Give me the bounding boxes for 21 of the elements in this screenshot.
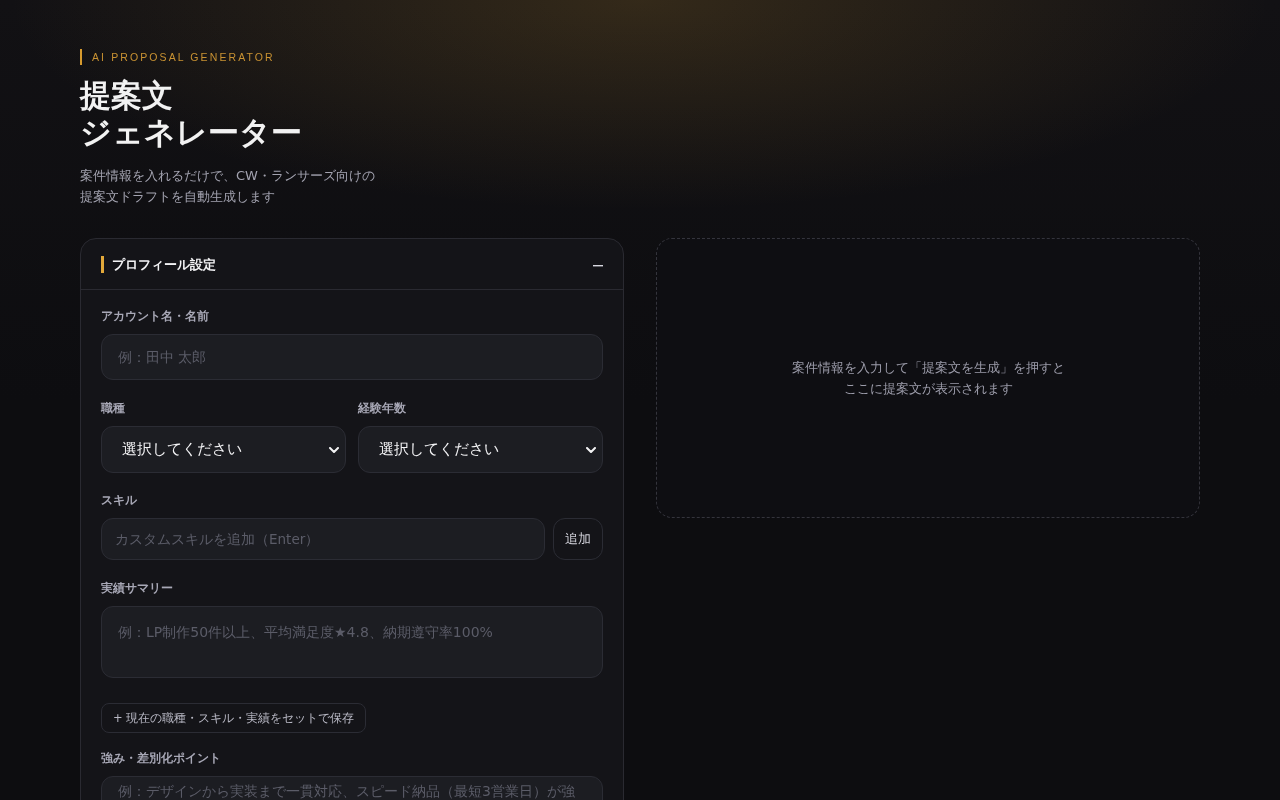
save-set-button[interactable]: + 現在の職種・スキル・実績をセットで保存 — [101, 703, 367, 733]
textarea-field[interactable]: 例：デザインから実装まで一貫対応、スピード納品（最短3営業日）が強 — [101, 776, 603, 800]
field-label: スキル — [101, 492, 138, 508]
skill-input[interactable]: カスタムスキルを追加（Enter） — [101, 518, 545, 560]
text-input[interactable]: 例：田中 太郎 — [101, 334, 603, 380]
field-label: アカウント名・名前 — [101, 308, 210, 324]
field-label: 強み・差別化ポイント — [101, 750, 222, 766]
page-subtitle: 案件情報を入れるだけで、CW・ランサーズ向けの 提案文ドラフトを自動生成します — [80, 167, 375, 206]
chevron-down-icon — [329, 446, 339, 453]
field-label: 実績サマリー — [101, 580, 174, 596]
eyebrow-label: AI PROPOSAL GENERATOR — [80, 49, 275, 65]
dropdown[interactable]: 選択してください — [358, 426, 603, 473]
field-label: 経験年数 — [358, 400, 407, 416]
dropdown[interactable]: 選択してください — [101, 426, 346, 473]
field-label: 職種 — [101, 400, 126, 416]
add-button[interactable]: 追加 — [553, 518, 603, 560]
page-title: 提案文 ジェネレーター — [80, 77, 302, 151]
chevron-down-icon — [586, 446, 596, 453]
minus-icon — [593, 265, 603, 267]
card-title: プロフィール設定 — [101, 255, 216, 273]
empty-state-message: 案件情報を入力して「提案文を生成」を押すと ここに提案文が表示されます — [791, 359, 1065, 398]
